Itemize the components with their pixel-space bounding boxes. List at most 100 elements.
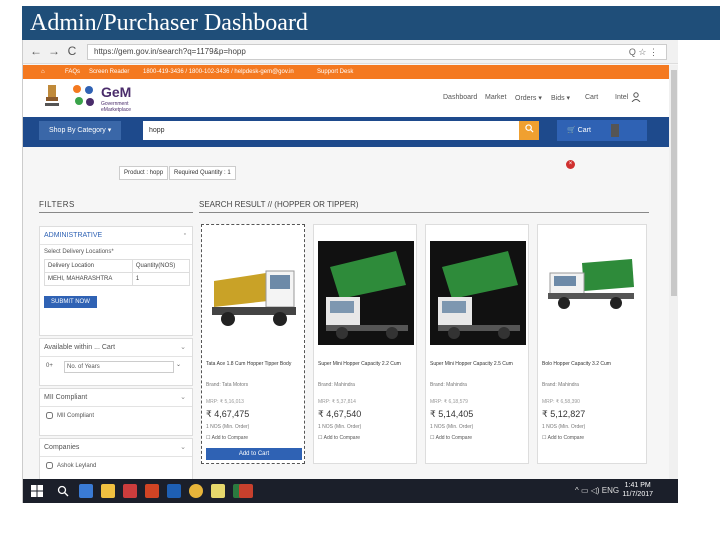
site-header: GeM Government eMarketplace Dashboard Ma… [23, 79, 669, 117]
product-min-order: 1 NOS (Min. Order) [430, 424, 474, 430]
administrative-filter-panel: ADMINISTRATIVE ▫ Select Delivery Locatio… [39, 226, 193, 336]
mii-header[interactable]: MII Compliant ⌄ [40, 389, 192, 407]
search-icon[interactable] [57, 485, 69, 497]
collapse-icon[interactable]: ▫ [184, 231, 186, 238]
scrollbar-thumb[interactable] [671, 70, 677, 296]
chevron-down-icon[interactable]: ⌄ [180, 343, 186, 351]
mii-filter-panel: MII Compliant ⌄ MII Compliant [39, 388, 193, 436]
product-mrp: MRP: ₹ 6,18,579 [430, 399, 468, 405]
search-input[interactable] [143, 121, 519, 140]
edge-icon[interactable] [79, 484, 93, 498]
browser-screenshot: ← → C https://gem.gov.in/search?q=1179&p… [22, 40, 678, 503]
faq-link[interactable]: FAQs [65, 65, 80, 79]
system-tray[interactable]: ^ ▭ ◁) ENG [575, 486, 619, 495]
reload-icon[interactable]: C [65, 44, 79, 58]
taskbar-clock[interactable]: 1:41 PM 11/7/2017 [622, 481, 653, 499]
chevron-down-icon[interactable]: ⌄ [180, 393, 186, 401]
administrative-header[interactable]: ADMINISTRATIVE ▫ [40, 227, 192, 245]
back-icon[interactable]: ← [29, 44, 43, 58]
slide-title: Admin/Purchaser Dashboard [22, 6, 720, 40]
filters-heading: FILTERS [39, 200, 75, 209]
product-card[interactable]: Super Mini Hopper Capacity 2.2 Cum Brand… [313, 224, 417, 464]
file-explorer-icon[interactable] [101, 484, 115, 498]
shop-by-category-dropdown[interactable]: Shop By Category ▾ [39, 121, 121, 140]
mini-hopper-image [430, 241, 526, 345]
product-title[interactable]: Super Mini Hopper Capacity 2.5 Cum [430, 361, 528, 367]
support-desk-link[interactable]: Support Desk [317, 65, 353, 79]
compare-checkbox[interactable]: ☐ Add to Compare [430, 435, 472, 441]
warranty-label: Available within ... Cart [44, 344, 116, 351]
companies-header[interactable]: Companies ⌄ [40, 439, 192, 457]
nav-bids[interactable]: Bids ▾ [551, 94, 570, 102]
windows-start-icon[interactable] [31, 485, 43, 497]
company-check-label: Ashok Leyland [57, 463, 97, 470]
product-title[interactable]: Super Mini Hopper Capacity 2.2 Cum [318, 361, 416, 367]
windows-taskbar: ^ ▭ ◁) ENG 1:41 PM 11/7/2017 [23, 479, 678, 503]
screen-reader-link[interactable]: Screen Reader [89, 65, 129, 79]
clock-date: 11/7/2017 [622, 491, 653, 498]
bolero-hopper-image [542, 241, 638, 345]
mii-label: MII Compliant [44, 394, 88, 401]
mail-icon[interactable] [145, 484, 159, 498]
product-mrp: MRP: ₹ 5,16,013 [206, 399, 244, 405]
search-button[interactable] [519, 121, 539, 140]
warranty-filter-panel: Available within ... Cart ⌄ 0+ No. of Ye… [39, 338, 193, 386]
nav-user[interactable]: Intel [615, 94, 628, 101]
product-card[interactable]: Tata Ace 1.8 Cum Hopper Tipper Body Bran… [201, 224, 305, 464]
national-emblem-icon [45, 85, 59, 106]
administrative-label: ADMINISTRATIVE [44, 232, 103, 239]
compare-checkbox[interactable]: ☐ Add to Compare [318, 435, 360, 441]
address-bar[interactable]: https://gem.gov.in/search?q=1179&p=hopp … [87, 44, 667, 60]
notes-icon[interactable] [211, 484, 225, 498]
clock-time: 1:41 PM [624, 482, 651, 489]
home-icon[interactable]: ⌂ [41, 65, 45, 79]
product-title[interactable]: Tata Ace 1.8 Cum Hopper Tipper Body [206, 361, 304, 367]
nav-market[interactable]: Market [485, 94, 506, 101]
submit-button[interactable]: SUBMIT NOW [44, 296, 97, 308]
product-card[interactable]: Super Mini Hopper Capacity 2.5 Cum Brand… [425, 224, 529, 464]
search-icon [524, 124, 534, 133]
companies-filter-panel: Companies ⌄ Ashok Leyland [39, 438, 193, 482]
product-card[interactable]: Bolo Hopper Capacity 3.2 Cum Brand: Mahi… [537, 224, 647, 464]
compare-label: Add to Compare [547, 435, 585, 441]
powerpoint-icon[interactable] [239, 484, 253, 498]
nav-dashboard[interactable]: Dashboard [443, 94, 477, 101]
product-title[interactable]: Bolo Hopper Capacity 3.2 Cum [542, 361, 640, 367]
nav-orders[interactable]: Orders ▾ [515, 94, 542, 102]
compare-checkbox[interactable]: ☐ Add to Compare [542, 435, 584, 441]
browser-toolbar: ← → C https://gem.gov.in/search?q=1179&p… [23, 40, 678, 64]
close-icon[interactable]: × [566, 160, 575, 169]
filters-divider [39, 212, 193, 213]
delivery-location-cell: MEHI, MAHARASHTRA [44, 272, 133, 286]
company-checkbox[interactable] [46, 462, 53, 469]
nav-cart[interactable]: Cart [585, 94, 598, 101]
mini-hopper-image [318, 241, 414, 345]
chevron-down-icon[interactable]: ⌄ [176, 361, 181, 368]
cart-button-label: Cart [577, 127, 591, 134]
outlook-icon[interactable] [167, 484, 181, 498]
product-price: ₹ 4,67,540 [318, 409, 362, 419]
mii-checkbox[interactable] [46, 412, 53, 419]
companies-label: Companies [44, 444, 80, 451]
warranty-header[interactable]: Available within ... Cart ⌄ [40, 339, 192, 357]
product-mrp: MRP: ₹ 6,58,390 [542, 399, 580, 405]
address-bar-icons[interactable]: Q ☆ ⋮ [629, 45, 658, 59]
cart-button[interactable]: 🛒 Cart [557, 120, 647, 141]
add-to-cart-button[interactable]: Add to Cart [206, 448, 302, 460]
gem-logo-icon[interactable] [69, 81, 99, 111]
forward-icon[interactable]: → [47, 44, 61, 58]
compare-checkbox[interactable]: ☐ Add to Compare [206, 435, 248, 441]
compare-label: Add to Compare [211, 435, 249, 441]
product-min-order: 1 NOS (Min. Order) [542, 424, 586, 430]
product-brand: Brand: Mahindra [430, 382, 467, 388]
cart-count-badge [611, 124, 619, 137]
store-icon[interactable] [123, 484, 137, 498]
chrome-icon[interactable] [189, 484, 203, 498]
cart-icon: 🛒 [567, 127, 578, 134]
chevron-down-icon[interactable]: ⌄ [180, 443, 186, 451]
warranty-select[interactable]: No. of Years [64, 361, 174, 373]
address-url: https://gem.gov.in/search?q=1179&p=hopp [94, 47, 246, 56]
user-icon[interactable] [631, 92, 641, 102]
delivery-quantity-cell[interactable]: 1 [131, 272, 191, 286]
companies-checkbox-row: Ashok Leyland [40, 457, 192, 474]
